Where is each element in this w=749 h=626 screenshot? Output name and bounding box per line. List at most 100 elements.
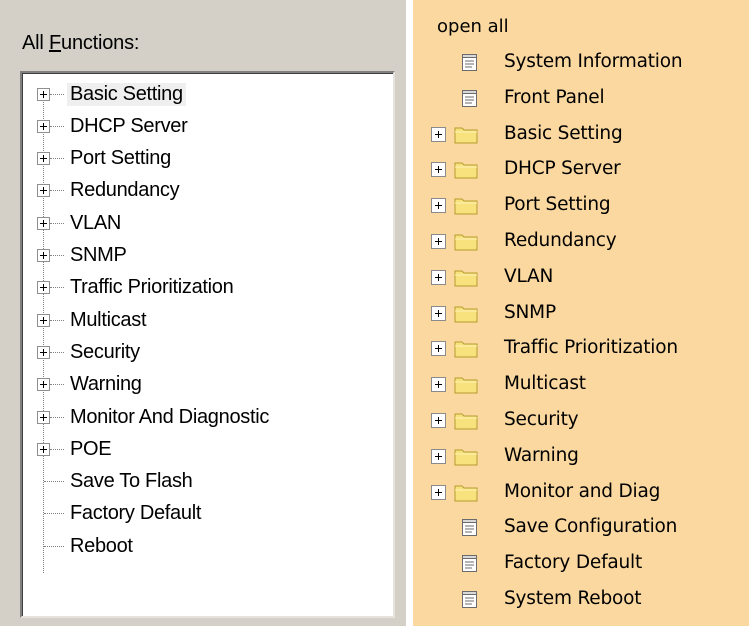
- tree-item-multicast[interactable]: Multicast: [22, 304, 393, 336]
- menu-item-label[interactable]: Port Setting: [504, 194, 611, 215]
- menu-item-security[interactable]: Security: [413, 404, 749, 438]
- tree-item-label[interactable]: Traffic Prioritization: [67, 276, 236, 299]
- tree-item-dhcp-server[interactable]: DHCP Server: [22, 110, 393, 142]
- expand-plus-icon[interactable]: [431, 484, 446, 500]
- all-functions-label: All Functions:: [22, 32, 139, 55]
- menu-item-redundancy[interactable]: Redundancy: [413, 225, 749, 259]
- tree-item-label[interactable]: Security: [67, 341, 143, 364]
- expand-plus-icon[interactable]: [37, 281, 50, 295]
- tree-branch-line: [50, 125, 64, 127]
- expand-plus-icon[interactable]: [37, 410, 50, 424]
- tree-item-poe[interactable]: POE: [22, 433, 393, 465]
- expand-plus-icon[interactable]: [37, 87, 50, 101]
- expand-plus-icon[interactable]: [431, 305, 446, 321]
- tree-item-port-setting[interactable]: Port Setting: [22, 143, 393, 175]
- menu-item-multicast[interactable]: Multicast: [413, 368, 749, 402]
- menu-item-factory-default[interactable]: Factory Default: [413, 547, 749, 581]
- menu-panel: open all System Information Front Panel Ba…: [413, 0, 749, 626]
- expand-plus-icon[interactable]: [431, 198, 446, 214]
- menu-item-monitor-and-diag[interactable]: Monitor and Diag: [413, 476, 749, 510]
- tree-item-security[interactable]: Security: [22, 336, 393, 368]
- menu-item-system-reboot[interactable]: System Reboot: [413, 583, 749, 617]
- page-icon: [461, 518, 478, 537]
- tree-item-redundancy[interactable]: Redundancy: [22, 175, 393, 207]
- tree-item-label[interactable]: Basic Setting: [67, 82, 186, 106]
- expand-plus-icon[interactable]: [431, 413, 446, 428]
- tree-branch-line: [50, 351, 64, 353]
- menu-item-label[interactable]: Basic Setting: [504, 123, 623, 144]
- menu-item-label[interactable]: Save Configuration: [504, 516, 677, 537]
- expand-plus-icon[interactable]: [37, 378, 50, 392]
- folder-icon: [454, 304, 478, 323]
- menu-item-port-setting[interactable]: Port Setting: [413, 189, 749, 223]
- menu-item-vlan[interactable]: VLAN: [413, 261, 749, 295]
- expand-plus-icon[interactable]: [431, 126, 446, 142]
- menu-item-label[interactable]: Redundancy: [504, 230, 617, 251]
- open-all-link[interactable]: open all: [437, 16, 509, 37]
- menu-item-label[interactable]: Monitor and Diag: [504, 481, 660, 502]
- expand-plus-icon[interactable]: [37, 216, 50, 230]
- tree-item-label[interactable]: Warning: [67, 373, 145, 396]
- tree-item-reboot[interactable]: Reboot: [22, 530, 393, 562]
- expand-plus-icon[interactable]: [431, 269, 446, 285]
- expand-plus-icon[interactable]: [431, 448, 446, 464]
- expand-plus-icon[interactable]: [431, 234, 446, 249]
- page-icon: [461, 554, 478, 573]
- menu-item-save-configuration[interactable]: Save Configuration: [413, 511, 749, 545]
- label-rest: unctions:: [61, 32, 140, 54]
- menu-item-dhcp-server[interactable]: DHCP Server: [413, 153, 749, 187]
- expand-plus-icon[interactable]: [37, 184, 50, 198]
- tree-item-save-to-flash[interactable]: Save To Flash: [22, 466, 393, 498]
- menu-item-system-information[interactable]: System Information: [413, 46, 749, 80]
- tree-item-label[interactable]: SNMP: [67, 244, 130, 267]
- menu-item-label[interactable]: Front Panel: [504, 87, 605, 108]
- tree-item-label[interactable]: DHCP Server: [67, 115, 190, 138]
- tree-item-label[interactable]: Factory Default: [67, 502, 204, 525]
- expand-plus-icon[interactable]: [37, 345, 50, 359]
- expand-plus-icon[interactable]: [37, 119, 50, 133]
- tree-item-basic-setting[interactable]: Basic Setting: [22, 78, 393, 110]
- tree-item-label[interactable]: VLAN: [67, 212, 124, 235]
- menu-item-basic-setting[interactable]: Basic Setting: [413, 118, 749, 152]
- function-tree[interactable]: Basic Setting DHCP Server Port Setting Redu…: [20, 71, 395, 618]
- tree-item-snmp[interactable]: SNMP: [22, 240, 393, 272]
- tree-item-monitor-and-diagnostic[interactable]: Monitor And Diagnostic: [22, 401, 393, 433]
- expand-plus-icon[interactable]: [37, 313, 50, 327]
- tree-item-label[interactable]: POE: [67, 438, 114, 461]
- tree-item-factory-default[interactable]: Factory Default: [22, 498, 393, 530]
- expand-plus-icon[interactable]: [431, 162, 446, 178]
- label-accelerator: F: [48, 32, 62, 54]
- tree-item-label[interactable]: Reboot: [67, 535, 136, 558]
- tree-item-label[interactable]: Port Setting: [67, 147, 174, 170]
- menu-item-label[interactable]: Warning: [504, 445, 579, 466]
- menu-item-label[interactable]: Traffic Prioritization: [504, 337, 678, 358]
- menu-item-warning[interactable]: Warning: [413, 440, 749, 474]
- menu-item-snmp[interactable]: SNMP: [413, 297, 749, 331]
- expand-plus-icon[interactable]: [37, 442, 50, 456]
- tree-item-vlan[interactable]: VLAN: [22, 207, 393, 239]
- menu-item-label[interactable]: Factory Default: [504, 552, 642, 573]
- tree-branch-line: [44, 481, 64, 483]
- tree-item-traffic-prioritization[interactable]: Traffic Prioritization: [22, 272, 393, 304]
- tree-item-label[interactable]: Multicast: [67, 309, 149, 332]
- menu-item-label[interactable]: SNMP: [504, 302, 556, 323]
- folder-icon: [454, 375, 478, 394]
- menu-item-label[interactable]: VLAN: [504, 266, 553, 287]
- menu-item-front-panel[interactable]: Front Panel: [413, 82, 749, 116]
- folder-icon: [454, 447, 478, 466]
- tree-item-label[interactable]: Save To Flash: [67, 470, 195, 493]
- menu-item-label[interactable]: Multicast: [504, 373, 586, 394]
- tree-item-label[interactable]: Redundancy: [67, 179, 182, 202]
- expand-plus-icon[interactable]: [37, 152, 50, 166]
- menu-item-label[interactable]: System Reboot: [504, 588, 642, 609]
- tree-item-label[interactable]: Monitor And Diagnostic: [67, 406, 272, 429]
- tree-branch-line: [50, 158, 64, 160]
- menu-item-label[interactable]: System Information: [504, 51, 683, 72]
- menu-item-label[interactable]: DHCP Server: [504, 158, 621, 179]
- expand-plus-icon[interactable]: [431, 341, 446, 357]
- menu-item-traffic-prioritization[interactable]: Traffic Prioritization: [413, 332, 749, 366]
- tree-item-warning[interactable]: Warning: [22, 369, 393, 401]
- menu-item-label[interactable]: Security: [504, 409, 579, 430]
- expand-plus-icon[interactable]: [37, 249, 50, 262]
- expand-plus-icon[interactable]: [431, 377, 446, 393]
